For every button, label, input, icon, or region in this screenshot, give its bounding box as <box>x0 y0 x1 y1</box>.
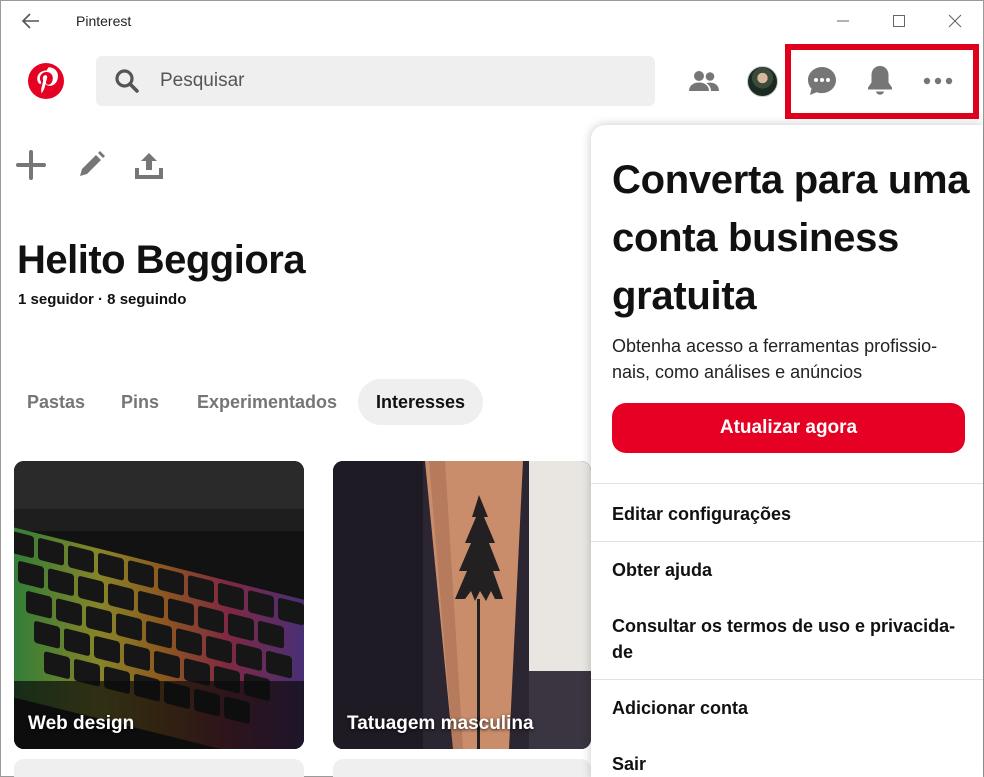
search-bar[interactable] <box>96 56 655 106</box>
back-arrow-icon[interactable] <box>19 10 43 32</box>
window-title: Pinterest <box>76 13 132 29</box>
tab-pastas[interactable]: Pastas <box>17 379 95 425</box>
minimize-icon[interactable] <box>829 9 857 33</box>
keyboard-image <box>14 461 304 749</box>
profile-stats[interactable]: 1 seguidor · 8 seguindo <box>18 291 186 308</box>
plus-icon[interactable] <box>15 149 47 181</box>
card-label: Web design <box>28 713 135 734</box>
search-input[interactable] <box>160 56 630 106</box>
search-icon <box>114 68 140 94</box>
menu-divider <box>591 541 983 542</box>
tab-experimentados[interactable]: Experimentados <box>187 379 347 425</box>
profile-name: Helito Beggiora <box>17 238 306 282</box>
more-options-menu: Converta para uma conta business gratuit… <box>591 125 983 777</box>
tab-pins[interactable]: Pins <box>111 379 169 425</box>
upload-icon[interactable] <box>133 149 165 181</box>
menu-item-add-account[interactable]: Adicionar conta <box>612 695 972 721</box>
upgrade-now-button[interactable]: Atualizar agora <box>612 403 965 453</box>
menu-item-edit-settings[interactable]: Editar configurações <box>612 501 972 527</box>
menu-item-logout[interactable]: Sair <box>612 751 972 777</box>
interest-card-tatuagem-masculina[interactable]: Tatuagem masculina <box>333 461 591 749</box>
highlight-box <box>785 44 979 119</box>
pencil-icon[interactable] <box>75 149 107 181</box>
maximize-icon[interactable] <box>885 9 913 33</box>
avatar[interactable] <box>747 66 778 97</box>
menu-divider <box>591 679 983 680</box>
menu-item-get-help[interactable]: Obter ajuda <box>612 557 972 583</box>
next-card-row <box>333 759 591 777</box>
close-icon[interactable] <box>941 9 969 33</box>
business-upsell-description: Obtenha acesso a ferramentas profissio-n… <box>612 336 938 382</box>
menu-divider <box>591 483 983 484</box>
title-bar: Pinterest <box>1 1 983 41</box>
people-icon[interactable] <box>687 65 721 99</box>
pinterest-logo[interactable] <box>27 62 65 100</box>
next-card-row <box>14 759 304 777</box>
menu-item-terms-privacy[interactable]: Consultar os termos de uso e privacida-d… <box>612 613 972 665</box>
card-label: Tatuagem masculina <box>347 713 534 734</box>
business-upsell-heading: Converta para uma conta business gratuit… <box>612 158 970 318</box>
interest-card-web-design[interactable]: Web design <box>14 461 304 749</box>
tattoo-image <box>333 461 591 749</box>
tab-interesses[interactable]: Interesses <box>358 379 483 425</box>
